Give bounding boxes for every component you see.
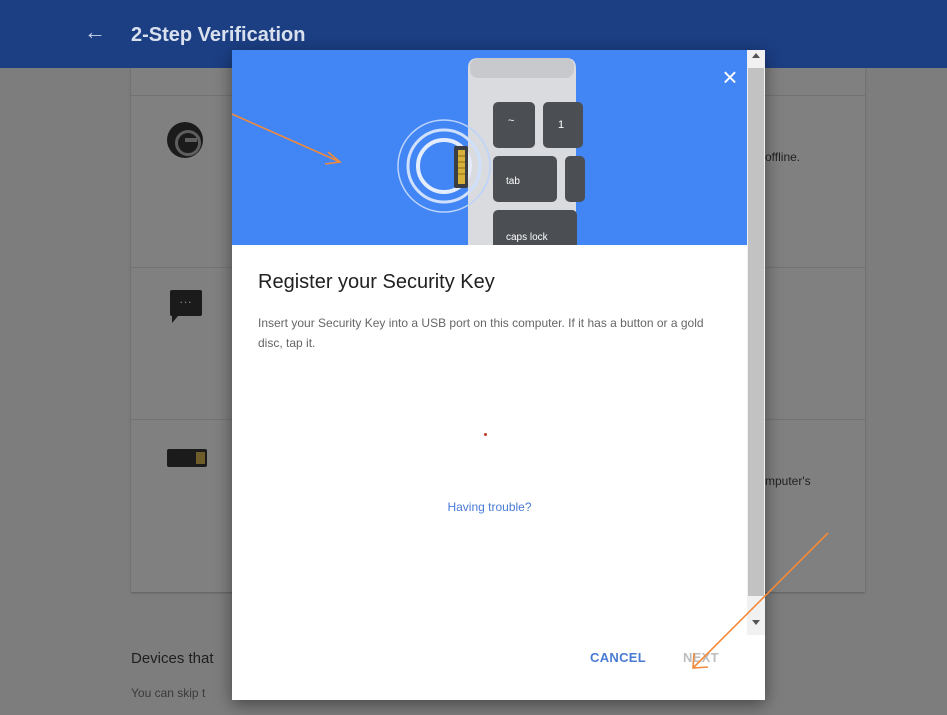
close-icon[interactable]: × — [717, 64, 743, 90]
register-security-key-dialog: ~ 1 tab caps lock × Register your Securi… — [232, 50, 765, 700]
security-key-icon — [167, 449, 207, 467]
key-tilde-label: ~ — [508, 115, 514, 127]
next-button[interactable]: NEXT — [683, 650, 719, 665]
dialog-instructions: Insert your Security Key into a USB port… — [258, 316, 704, 350]
section-subtext: You can skip t — [131, 686, 206, 700]
google-authenticator-icon — [167, 122, 203, 158]
key-tab-label: tab — [506, 176, 520, 187]
dialog-scrollbar[interactable] — [747, 50, 765, 635]
security-key-illustration: ~ 1 tab caps lock × — [232, 50, 747, 245]
page-title: 2-Step Verification — [131, 24, 306, 46]
arrow-left-icon[interactable]: ← — [84, 20, 106, 44]
option-description-fragment: offline. — [765, 150, 801, 164]
scrollbar-thumb[interactable] — [748, 68, 764, 596]
cancel-button[interactable]: CANCEL — [590, 650, 646, 665]
keyboard-illustration-svg: ~ 1 tab caps lock — [397, 58, 585, 245]
text-message-icon: ... — [170, 290, 202, 323]
scroll-up-arrow-icon[interactable] — [752, 53, 760, 58]
section-heading: Devices that — [131, 650, 214, 667]
scroll-down-arrow-icon[interactable] — [752, 620, 760, 625]
dialog-title: Register your Security Key — [258, 271, 495, 293]
having-trouble-link[interactable]: Having trouble? — [447, 500, 531, 514]
key-1-label: 1 — [558, 119, 564, 131]
key-caps-lock-label: caps lock — [506, 232, 549, 243]
loading-spinner — [484, 433, 487, 436]
option-description-fragment: mputer's — [765, 474, 811, 488]
